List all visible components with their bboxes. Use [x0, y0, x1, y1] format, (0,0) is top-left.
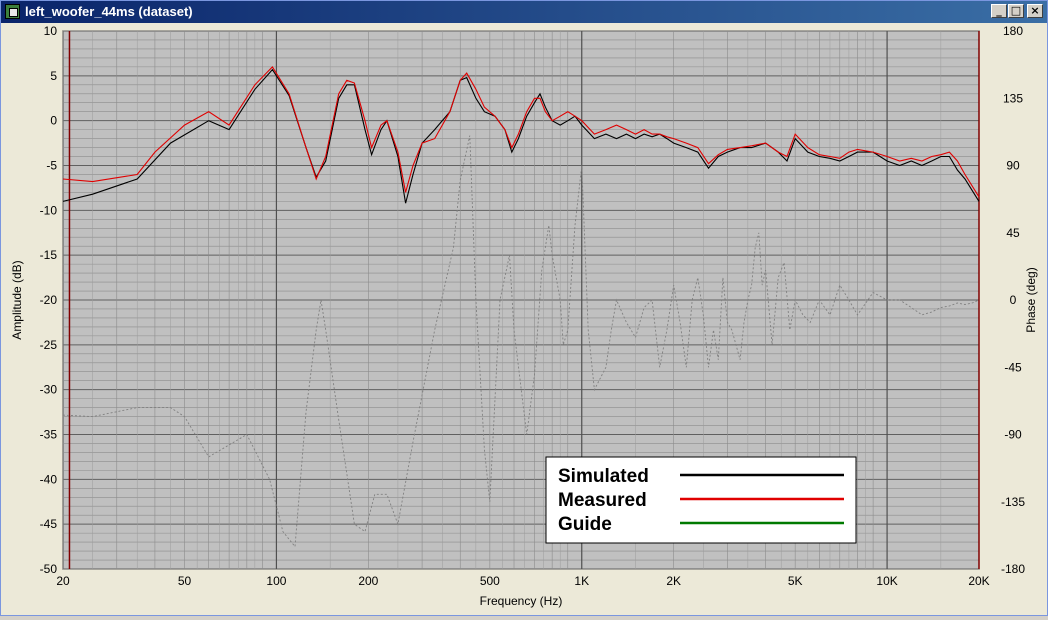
window-title: left_woofer_44ms (dataset)	[25, 4, 193, 19]
legend-label-simulated: Simulated	[558, 466, 649, 487]
y2-tick-label: 135	[1003, 91, 1023, 105]
y-tick-label: -15	[40, 248, 58, 262]
x-tick-label: 20	[56, 574, 70, 588]
x-tick-label: 200	[358, 574, 378, 588]
x-tick-label: 100	[266, 574, 286, 588]
app-window: left_woofer_44ms (dataset) _ □ × 10 5 0 -5-…	[0, 0, 1048, 616]
y-tick-label: 0	[50, 114, 57, 128]
x-tick-label: 2K	[666, 574, 681, 588]
y2-tick-label: -90	[1004, 428, 1022, 442]
y-tick-label: 10	[44, 24, 58, 38]
y-tick-label: -25	[40, 338, 58, 352]
y2-tick-label: 0	[1010, 293, 1017, 307]
y-tick-label: -20	[40, 293, 58, 307]
y-tick-label: -10	[40, 203, 58, 217]
y2-tick-label: -45	[1004, 360, 1022, 374]
x-tick-label: 5K	[788, 574, 803, 588]
y-tick-label: -40	[40, 472, 58, 486]
y-tick-label: -5	[46, 159, 57, 173]
title-bar[interactable]: left_woofer_44ms (dataset) _ □ ×	[1, 1, 1047, 23]
maximize-button[interactable]: □	[1008, 4, 1024, 18]
legend-label-guide: Guide	[558, 514, 612, 535]
x-tick-label: 500	[480, 574, 500, 588]
x-tick-label: 10K	[876, 574, 897, 588]
y2-tick-label: 45	[1006, 226, 1020, 240]
plot-area: 10 5 0 -5 -10 -15 -20 -25 -30 -35 -40 -45 -50 180 135 9…	[1, 23, 1047, 615]
x-tick-label: 20K	[968, 574, 989, 588]
frequency-response-chart[interactable]: 1050-5-10-15-20-25-30-35-40-45-501801359…	[1, 23, 1047, 615]
y2-axis-label: Phase (deg)	[1024, 267, 1038, 332]
x-tick-label: 1K	[574, 574, 589, 588]
y-tick-label: -50	[40, 562, 58, 576]
close-button[interactable]: ×	[1027, 4, 1043, 18]
y2-tick-label: -180	[1001, 562, 1025, 576]
y-axis-label: Amplitude (dB)	[10, 260, 24, 339]
y2-tick-label: 180	[1003, 24, 1023, 38]
y-tick-label: 5	[50, 69, 57, 83]
y-tick-label: -45	[40, 517, 58, 531]
legend-label-measured: Measured	[558, 490, 647, 511]
y-tick-label: -35	[40, 428, 58, 442]
y-tick-label: -30	[40, 383, 58, 397]
y2-tick-label: 90	[1006, 159, 1020, 173]
x-axis-label: Frequency (Hz)	[480, 594, 563, 608]
app-icon[interactable]	[5, 4, 20, 19]
y2-tick-label: -135	[1001, 495, 1025, 509]
x-tick-label: 50	[178, 574, 192, 588]
minimize-button[interactable]: _	[991, 4, 1007, 18]
